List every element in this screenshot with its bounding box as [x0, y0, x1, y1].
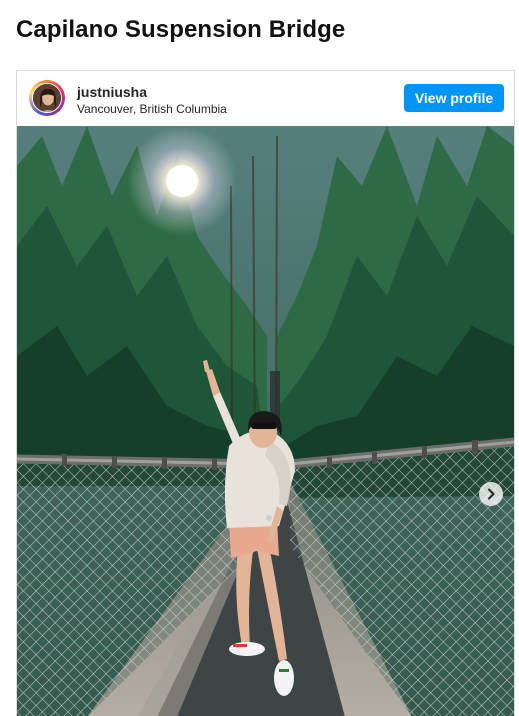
- post-header: justniusha Vancouver, British Columbia V…: [17, 71, 514, 126]
- username[interactable]: justniusha: [77, 84, 147, 100]
- post-photo[interactable]: [17, 126, 514, 716]
- chevron-right-icon: [488, 488, 495, 500]
- avatar-image: [33, 84, 61, 112]
- page-title: Capilano Suspension Bridge: [16, 16, 346, 43]
- location[interactable]: Vancouver, British Columbia: [77, 102, 227, 116]
- avatar-ring[interactable]: [29, 80, 65, 116]
- instagram-embed-card: justniusha Vancouver, British Columbia V…: [16, 70, 515, 716]
- bridge-photo: [17, 126, 514, 716]
- view-profile-button[interactable]: View profile: [404, 84, 504, 112]
- next-photo-button[interactable]: [479, 482, 503, 506]
- avatar[interactable]: [32, 83, 62, 113]
